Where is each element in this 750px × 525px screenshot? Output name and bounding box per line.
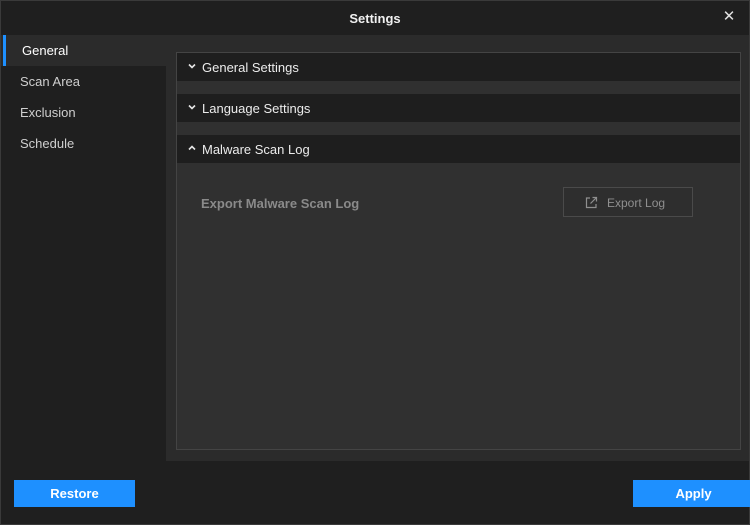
footer: Restore Apply <box>1 461 750 524</box>
window-title: Settings <box>349 11 401 26</box>
apply-button[interactable]: Apply <box>633 480 750 507</box>
chevron-up-icon <box>188 145 196 151</box>
section-malware-scan-log[interactable]: Malware Scan Log <box>177 135 740 163</box>
restore-button[interactable]: Restore <box>14 480 135 507</box>
chevron-down-icon <box>188 63 196 69</box>
export-log-label: Export Malware Scan Log <box>201 196 360 211</box>
settings-window: Settings ✕ General Scan Area Exclusion S… <box>0 0 750 525</box>
chevron-down-icon <box>188 104 196 110</box>
section-label: Language Settings <box>202 101 311 116</box>
content-area: General Settings Language Settings Malwa… <box>166 35 749 461</box>
title-bar: Settings ✕ <box>1 1 749 35</box>
section-label: General Settings <box>202 60 299 75</box>
settings-panel: General Settings Language Settings Malwa… <box>176 52 741 450</box>
external-link-icon <box>585 196 598 209</box>
sidebar-item-scan-area[interactable]: Scan Area <box>1 66 166 97</box>
export-log-button-label: Export Log <box>607 196 666 210</box>
sidebar: General Scan Area Exclusion Schedule <box>1 35 166 461</box>
section-general-settings[interactable]: General Settings <box>177 53 740 81</box>
section-language-settings[interactable]: Language Settings <box>177 94 740 122</box>
sidebar-item-schedule[interactable]: Schedule <box>1 128 166 159</box>
sidebar-item-general[interactable]: General <box>1 35 166 66</box>
sidebar-item-exclusion[interactable]: Exclusion <box>1 97 166 128</box>
close-icon[interactable]: ✕ <box>721 9 737 25</box>
section-label: Malware Scan Log <box>202 142 310 157</box>
export-log-button[interactable]: Export Log <box>563 187 693 217</box>
